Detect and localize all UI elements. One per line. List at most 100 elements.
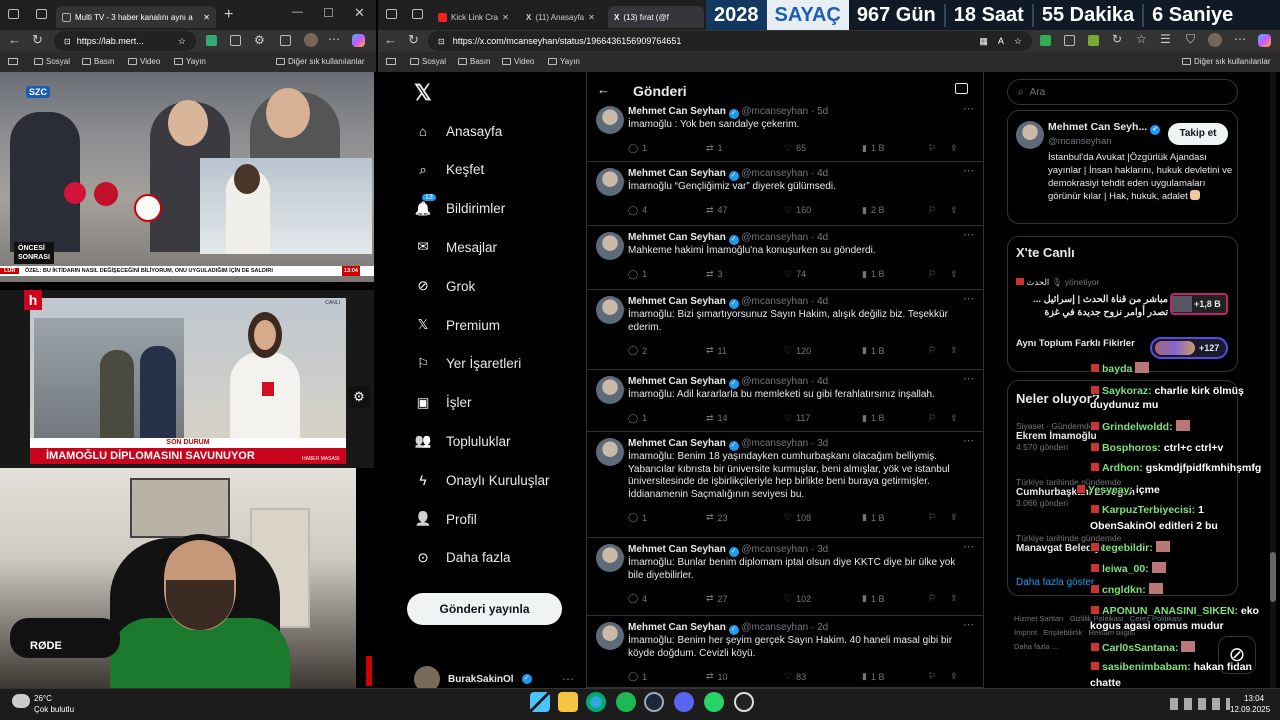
chat-username[interactable]: Yesyeay: bbox=[1088, 484, 1133, 496]
nav-item-7[interactable]: ▣ İşler bbox=[414, 394, 472, 412]
nav-item-5[interactable]: 𝕏 Premium bbox=[414, 316, 500, 334]
back-icon[interactable]: ← bbox=[384, 32, 397, 47]
x-logo-icon[interactable]: 𝕏 bbox=[414, 80, 432, 106]
avatar[interactable] bbox=[596, 168, 624, 196]
tweet[interactable]: Mehmet Can Seyhan ✓ @mcanseyhan · 4d ⋯ Mah… bbox=[586, 226, 984, 290]
more-dots-icon[interactable]: ⋯ bbox=[963, 434, 974, 447]
tweet[interactable]: Mehmet Can Seyhan ✓ @mcanseyhan · 3d ⋯ İma… bbox=[586, 538, 984, 616]
live-count-1[interactable]: +1,8 B bbox=[1170, 293, 1228, 315]
chat-username[interactable]: Saykoraz: bbox=[1102, 385, 1152, 397]
bookmark-button[interactable]: ⚐ bbox=[928, 269, 936, 280]
like-button[interactable]: ♡ 120 bbox=[784, 345, 811, 356]
live-item-2[interactable]: Aynı Toplum Farklı Fikirler bbox=[1016, 337, 1146, 350]
like-button[interactable]: ♡ 108 bbox=[784, 512, 811, 523]
reload-icon[interactable]: ↻ bbox=[408, 32, 419, 48]
views-button[interactable]: ▮ 1 B bbox=[862, 269, 884, 280]
tray-icons[interactable] bbox=[1170, 698, 1230, 710]
collections-icon[interactable] bbox=[280, 35, 291, 46]
bookmark-other[interactable]: Diğer sık kullanılanlar bbox=[1182, 57, 1270, 66]
retweet-button[interactable]: ⇄ 1 bbox=[706, 143, 723, 154]
avatar[interactable] bbox=[596, 544, 624, 572]
share-button[interactable]: ⇪ bbox=[950, 512, 958, 523]
spotify-icon[interactable] bbox=[616, 692, 636, 712]
tab-x-status[interactable]: X (13) fırat (@f bbox=[608, 6, 704, 28]
settings-gear-icon[interactable]: ⚙ bbox=[348, 386, 370, 408]
file-explorer-icon[interactable] bbox=[558, 692, 578, 712]
share-button[interactable]: ⇪ bbox=[950, 269, 958, 280]
search-box[interactable]: ⌕ Ara bbox=[1007, 79, 1238, 105]
retweet-button[interactable]: ⇄ 47 bbox=[706, 205, 728, 216]
extension-icon[interactable] bbox=[206, 35, 217, 46]
clock-time[interactable]: 13:04 bbox=[1244, 694, 1264, 703]
bookmark-yayin[interactable]: Yayın bbox=[548, 57, 580, 66]
weather-icon[interactable] bbox=[12, 694, 30, 708]
retweet-button[interactable]: ⇄ 3 bbox=[706, 269, 723, 280]
trend-item[interactable]: Siyaset · Gündemde Ekrem İmamoğlu 4.570 … bbox=[1016, 421, 1097, 452]
views-button[interactable]: ▮ 1 B bbox=[862, 671, 884, 682]
extension-icon[interactable] bbox=[1088, 35, 1099, 46]
nav-item-3[interactable]: ✉ Mesajlar bbox=[414, 238, 497, 256]
chat-username[interactable]: tegebildir: bbox=[1102, 542, 1153, 554]
profile-avatar[interactable] bbox=[1208, 33, 1222, 47]
tweet[interactable]: Mehmet Can Seyhan ✓ @mcanseyhan · 5d ⋯ İma… bbox=[586, 100, 984, 162]
tab-multitv[interactable]: Multi TV - 3 haber kanalını aynı a ✕ bbox=[56, 6, 216, 28]
extension-icon[interactable] bbox=[230, 35, 241, 46]
close-icon[interactable]: ✕ bbox=[203, 13, 210, 22]
more-dots-icon[interactable]: ⋯ bbox=[562, 672, 574, 686]
bookmark-button[interactable]: ⚐ bbox=[928, 671, 936, 682]
left-address-bar[interactable]: ⊡ https://lab.mert... ☆ bbox=[54, 31, 196, 51]
reply-button[interactable]: ◯ 1 bbox=[628, 269, 647, 280]
copilot-icon[interactable] bbox=[1258, 34, 1271, 47]
star-icon[interactable]: ☆ bbox=[1014, 36, 1022, 47]
nav-item-2[interactable]: 🔔 13 Bildirimler bbox=[414, 193, 505, 218]
retweet-button[interactable]: ⇄ 11 bbox=[706, 345, 727, 356]
extension-icon[interactable] bbox=[1064, 35, 1075, 46]
reload-icon[interactable]: ↻ bbox=[32, 32, 43, 48]
nav-item-1[interactable]: ⌕ Keşfet bbox=[414, 161, 484, 179]
retweet-button[interactable]: ⇄ 27 bbox=[706, 593, 728, 604]
share-button[interactable]: ⇪ bbox=[950, 593, 958, 604]
sidebar-toggle-icon[interactable] bbox=[386, 58, 396, 65]
tweet[interactable]: Mehmet Can Seyhan ✓ @mcanseyhan · 4d ⋯ İma… bbox=[586, 290, 984, 370]
read-aloud-icon[interactable]: A bbox=[998, 36, 1004, 46]
bookmark-yayin[interactable]: Yayın bbox=[174, 57, 206, 66]
chat-username[interactable]: KarpuzTerbiyecisi: bbox=[1102, 504, 1195, 516]
window-icon[interactable] bbox=[8, 9, 19, 19]
avatar[interactable] bbox=[596, 622, 624, 650]
sidebar-toggle-icon[interactable] bbox=[8, 58, 18, 65]
nav-item-4[interactable]: ⊘ Grok bbox=[414, 277, 475, 295]
post-button[interactable]: Gönderi yayınla bbox=[407, 593, 562, 625]
chat-username[interactable]: APONUN_ANASINI_SIKEN: bbox=[1102, 605, 1238, 617]
obs-icon[interactable] bbox=[734, 692, 754, 712]
nav-item-10[interactable]: 👤 Profil bbox=[414, 510, 477, 528]
chat-username[interactable]: bayda bbox=[1102, 363, 1132, 375]
share-button[interactable]: ⇪ bbox=[950, 671, 958, 682]
star-icon[interactable]: ☆ bbox=[178, 36, 186, 47]
bookmark-button[interactable]: ⚐ bbox=[928, 512, 936, 523]
retweet-button[interactable]: ⇄ 10 bbox=[706, 671, 728, 682]
back-arrow-icon[interactable]: ← bbox=[597, 82, 610, 97]
share-button[interactable]: ⇪ bbox=[950, 143, 958, 154]
share-button[interactable]: ⇪ bbox=[950, 345, 958, 356]
favorites-icon[interactable]: ☆ bbox=[1136, 32, 1147, 46]
tab-actions-icon[interactable] bbox=[36, 9, 47, 19]
chat-username[interactable]: Carl0sSantana: bbox=[1102, 642, 1178, 654]
reader-mode-icon[interactable] bbox=[955, 83, 968, 94]
clock-date[interactable]: 12.09.2025 bbox=[1230, 705, 1270, 714]
more-dots-icon[interactable]: ⋯ bbox=[963, 540, 974, 553]
chat-username[interactable]: cngldkn: bbox=[1102, 584, 1146, 596]
avatar[interactable] bbox=[596, 296, 624, 324]
like-button[interactable]: ♡ 83 bbox=[784, 671, 806, 682]
weather-text[interactable]: Çok bulutlu bbox=[34, 705, 74, 714]
follow-button[interactable]: Takip et bbox=[1168, 123, 1228, 145]
close-icon[interactable]: ✕ bbox=[588, 13, 595, 22]
nav-item-8[interactable]: 👥 Topluluklar bbox=[414, 432, 511, 450]
new-tab-icon[interactable]: + bbox=[224, 6, 233, 24]
retweet-button[interactable]: ⇄ 14 bbox=[706, 413, 728, 424]
extensions-puzzle-icon[interactable]: ⚙ bbox=[254, 33, 265, 47]
minimize-icon[interactable]: — bbox=[292, 6, 303, 18]
reply-button[interactable]: ◯ 1 bbox=[628, 143, 647, 154]
nav-item-9[interactable]: ϟ Onaylı Kuruluşlar bbox=[414, 471, 549, 489]
bookmark-sosyal[interactable]: Sosyal bbox=[34, 57, 70, 66]
bookmark-basin[interactable]: Basın bbox=[458, 57, 490, 66]
